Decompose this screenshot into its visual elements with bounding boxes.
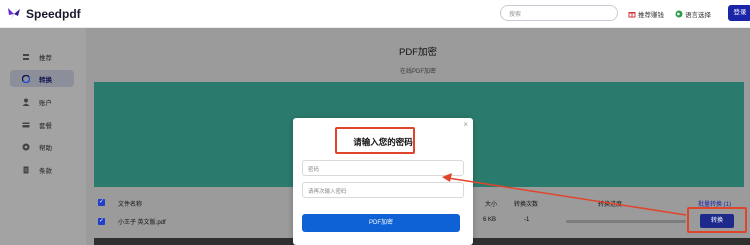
password-input[interactable]: 密码: [302, 160, 464, 176]
sidebar-item-convert[interactable]: 转换: [10, 70, 74, 87]
user-icon: [22, 98, 30, 106]
sidebar-item-label: 套餐: [39, 122, 52, 130]
sidebar-item-label: 推荐: [39, 54, 52, 62]
brand-name: Speedpdf: [26, 7, 81, 21]
search-input[interactable]: 搜索: [500, 5, 618, 21]
select-all-checkbox[interactable]: ✓: [98, 199, 105, 206]
help-icon: [22, 143, 30, 150]
page-subtitle: 在线PDF加密: [399, 69, 436, 75]
sidebar-item-plans[interactable]: 套餐: [10, 116, 74, 133]
column-count: 转换次数: [514, 202, 539, 208]
confirm-password-input[interactable]: 请再次输入密码: [302, 182, 464, 198]
globe-icon: [675, 10, 683, 18]
butterfly-logo-icon: [8, 8, 20, 20]
progress-bar: [566, 220, 686, 223]
column-filename: 文件名称: [118, 202, 143, 208]
sidebar: 推荐 转换 账户 套餐 帮助 条款: [0, 28, 86, 245]
sidebar-item-help[interactable]: 帮助: [10, 138, 74, 155]
sidebar-item-label: 条款: [39, 167, 52, 175]
convert-icon: [22, 74, 30, 83]
card-icon: [22, 122, 30, 127]
login-button[interactable]: 登录: [728, 5, 750, 21]
language-select[interactable]: 语言选择: [675, 9, 711, 19]
top-header: Speedpdf 搜索 推荐赚钱 语言选择 登录: [0, 0, 750, 28]
sidebar-item-terms[interactable]: 条款: [10, 161, 74, 178]
column-size: 大小: [485, 202, 498, 208]
sidebar-item-label: 帮助: [39, 144, 52, 152]
referral-link[interactable]: 推荐赚钱: [628, 9, 664, 19]
file-name: 小王子 英文版.pdf: [118, 220, 166, 226]
sidebar-item-label: 账户: [39, 99, 52, 107]
sidebar-item-account[interactable]: 账户: [10, 93, 74, 110]
file-size: 6 KB: [483, 217, 497, 223]
convert-highlight-box: [687, 207, 747, 233]
document-icon: [23, 166, 29, 173]
sidebar-item-label: 转换: [39, 76, 52, 84]
language-label: 语言选择: [685, 12, 711, 19]
gift-icon: [628, 12, 636, 18]
pdf-encrypt-button[interactable]: PDF加密: [302, 214, 460, 232]
title-highlight-box: [335, 127, 415, 154]
row-checkbox[interactable]: ✓: [98, 218, 105, 225]
column-progress: 转换进度: [598, 202, 623, 208]
close-icon[interactable]: ×: [463, 120, 468, 129]
page-title: PDF加密: [398, 47, 437, 58]
referral-label: 推荐赚钱: [638, 12, 664, 19]
sidebar-item-recommend[interactable]: 推荐: [10, 48, 74, 65]
logo[interactable]: Speedpdf: [6, 5, 81, 23]
convert-count: -1: [524, 217, 530, 223]
layers-icon: [23, 53, 29, 60]
